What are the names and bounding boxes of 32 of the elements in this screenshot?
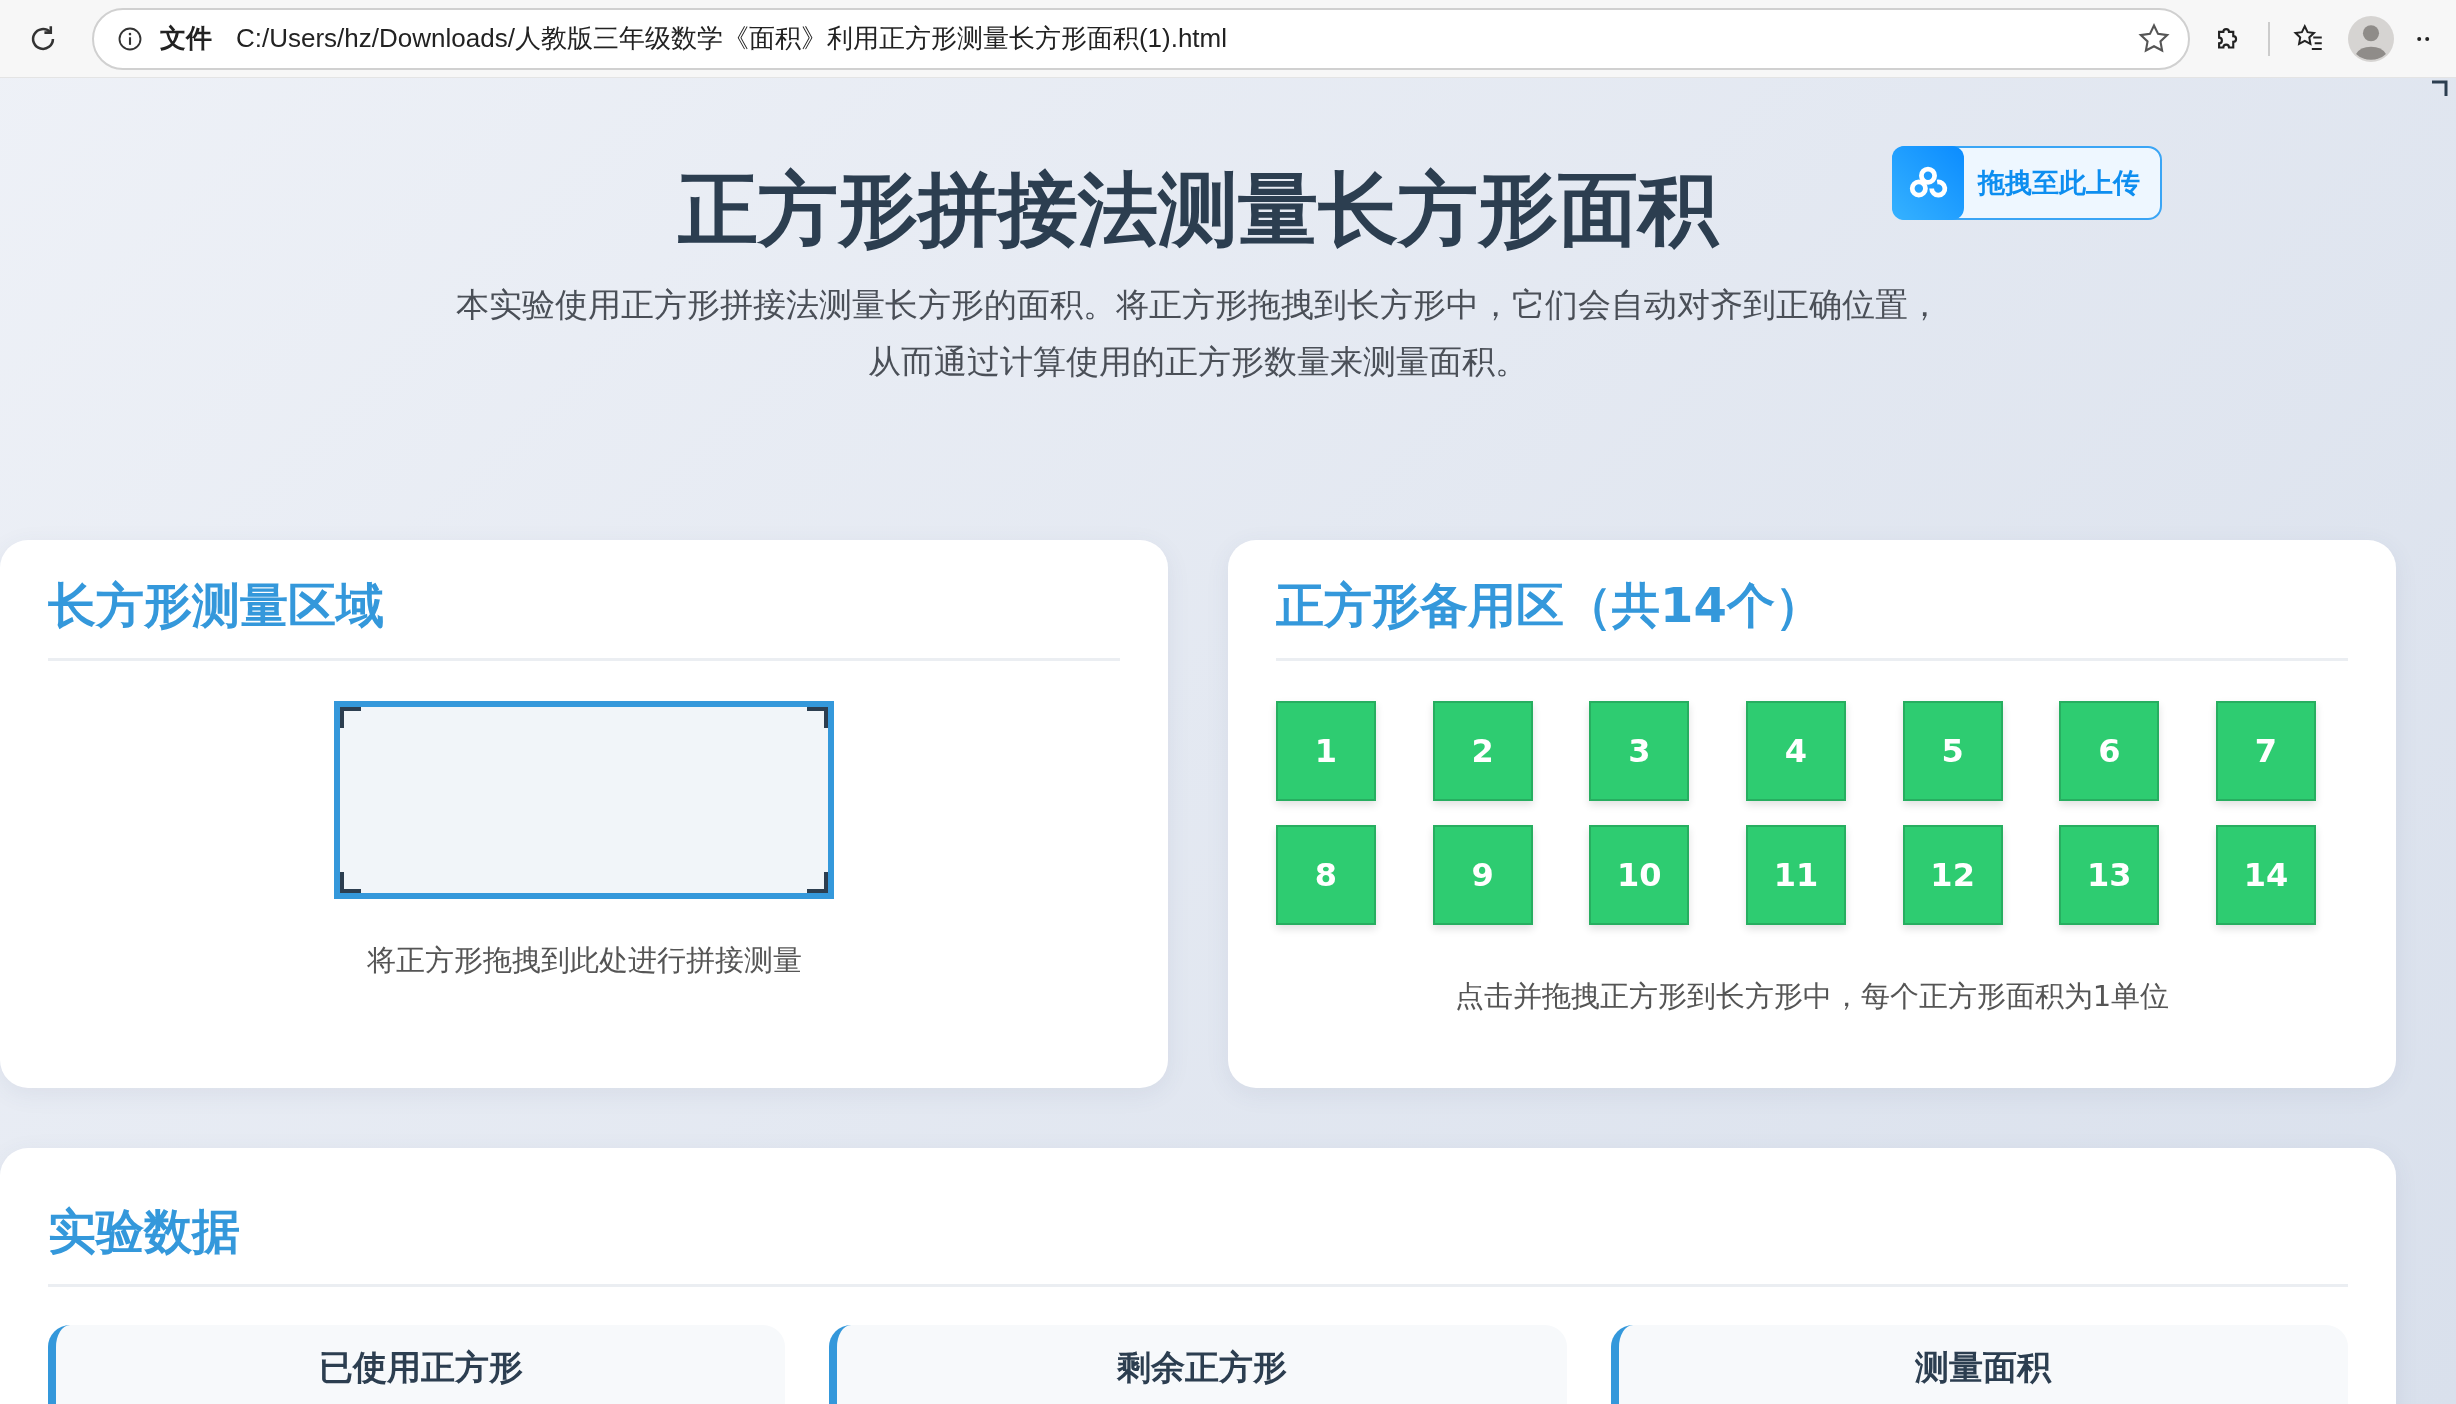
- description: 本实验使用正方形拼接法测量长方形的面积。将正方形拖拽到长方形中，它们会自动对齐到正确位置， 从而通过计算使用的正方形数量来测量面积。: [454, 284, 1942, 383]
- square-tile[interactable]: 9: [1432, 825, 1533, 925]
- square-tile[interactable]: 6: [2059, 701, 2160, 801]
- stat-label: 测量面积: [1915, 1347, 2052, 1387]
- square-tile[interactable]: 5: [1902, 701, 2003, 801]
- square-tile[interactable]: 11: [1745, 825, 1846, 925]
- square-tile[interactable]: 2: [1432, 701, 1533, 801]
- card-title: 实验数据: [48, 1200, 2348, 1287]
- stat-label: 剩余正方形: [1117, 1347, 1287, 1387]
- square-tile[interactable]: 10: [1589, 825, 1690, 925]
- square-tile[interactable]: 12: [1902, 825, 2003, 925]
- square-tile[interactable]: 1: [1276, 701, 1376, 801]
- address-bar[interactable]: 文件 C:/Users/hz/Downloads/人教版三年级数学《面积》利用正方形测量长方形面积(1).html: [92, 7, 2190, 70]
- file-label: 文件: [160, 22, 212, 55]
- more-icon[interactable]: [2416, 34, 2432, 43]
- avatar-icon[interactable]: [2348, 15, 2394, 62]
- card-title: 长方形测量区域: [48, 574, 1120, 661]
- stat-label: 已使用正方形: [318, 1347, 523, 1387]
- measure-rectangle[interactable]: [334, 701, 834, 899]
- card-title: 正方形备用区（共14个）: [1276, 574, 2348, 661]
- page-title: 正方形拼接法测量长方形面积: [678, 166, 1718, 254]
- upload-button[interactable]: 拖拽至此上传: [1892, 146, 2162, 220]
- square-tile[interactable]: 14: [2215, 825, 2316, 925]
- square-tile[interactable]: 13: [2059, 825, 2160, 925]
- square-tile[interactable]: 3: [1589, 701, 1690, 801]
- square-tile[interactable]: 7: [2215, 701, 2316, 801]
- squares-hint: 点击并拖拽正方形到长方形中，每个正方形面积为1单位: [1453, 978, 2171, 1015]
- corner-mark-icon: [2432, 80, 2448, 96]
- measure-hint: 将正方形拖拽到此处进行拼接测量: [365, 942, 803, 979]
- square-tile[interactable]: 4: [1745, 701, 1846, 801]
- url-text[interactable]: C:/Users/hz/Downloads/人教版三年级数学《面积》利用正方形测量长方形面积(1).html: [236, 21, 1227, 56]
- square-tile[interactable]: 8: [1276, 825, 1376, 925]
